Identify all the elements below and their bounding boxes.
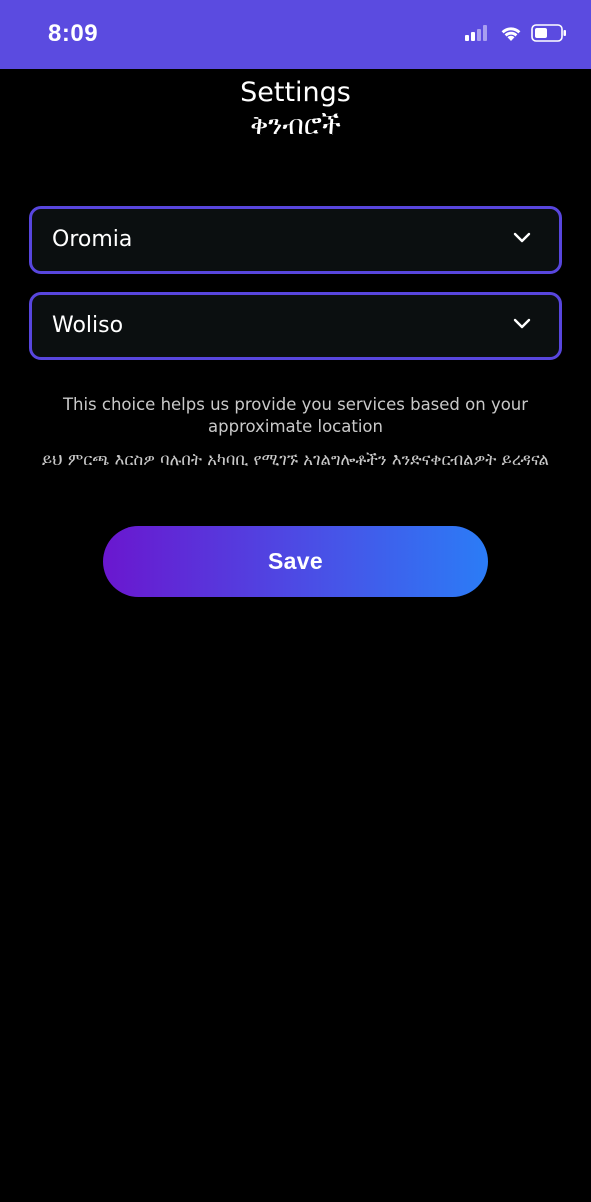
region-select[interactable]: Oromia	[29, 206, 562, 274]
save-button[interactable]: Save	[103, 526, 488, 597]
page-title-amharic: ቅንብሮች	[250, 110, 341, 141]
wifi-icon	[501, 27, 521, 41]
page-title: Settings ቅንብሮች	[0, 76, 591, 142]
location-info-amharic: ይህ ምርጫ እርስዎ ባሉበት አካባቢ የሚገኙ አገልግሎቶችን እንድና…	[42, 450, 549, 469]
status-bar: 8:09	[0, 0, 591, 69]
page-title-english: Settings	[240, 77, 351, 108]
status-time: 8:09	[48, 20, 99, 47]
battery-icon	[531, 24, 566, 42]
save-button-label: Save	[268, 548, 323, 574]
cellular-signal-icon	[465, 25, 487, 41]
chevron-down-icon	[513, 232, 531, 243]
city-select-value: Woliso	[52, 313, 124, 338]
location-info-english: This choice helps us provide you service…	[62, 395, 529, 436]
region-select-value: Oromia	[52, 227, 133, 252]
chevron-down-icon	[513, 318, 531, 329]
city-select[interactable]: Woliso	[29, 292, 562, 360]
status-icons	[465, 24, 567, 42]
